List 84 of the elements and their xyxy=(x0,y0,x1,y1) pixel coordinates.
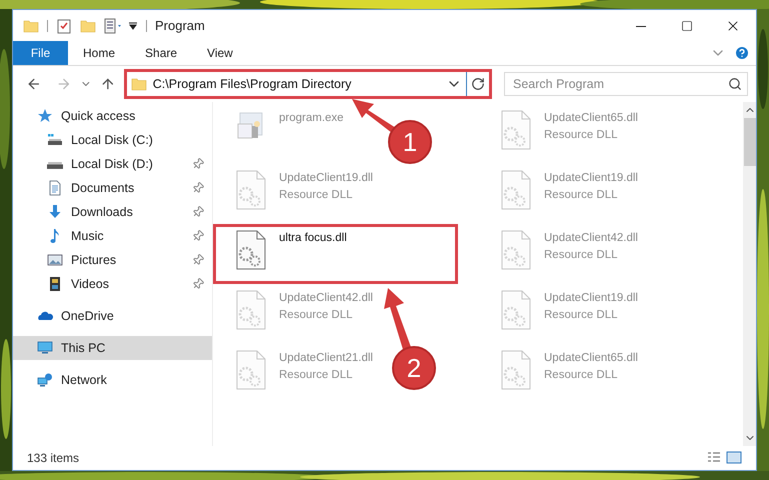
picture-icon xyxy=(47,252,63,268)
file-name: UpdateClient19.dll xyxy=(544,171,638,186)
network-icon xyxy=(37,372,53,388)
window-title: Program xyxy=(155,17,205,36)
nav-label: Local Disk (D:) xyxy=(71,156,154,173)
pointer-arrow xyxy=(352,99,396,133)
monitor-icon xyxy=(37,340,53,356)
checklist-icon[interactable] xyxy=(56,18,72,34)
nav-label: Local Disk (C:) xyxy=(71,132,154,149)
file-name: UpdateClient19.dll xyxy=(544,291,638,306)
film-icon xyxy=(47,276,63,292)
gear-file-icon xyxy=(235,230,267,270)
nav-label: Network xyxy=(61,372,108,389)
nav-item[interactable]: Downloads xyxy=(13,200,212,224)
gear-file-icon xyxy=(500,110,532,150)
scroll-thumb[interactable] xyxy=(744,118,756,166)
download-icon xyxy=(47,204,63,220)
gear-file-icon xyxy=(500,170,532,210)
gear-file-icon xyxy=(235,290,267,330)
file-type: Resource DLL xyxy=(279,308,354,324)
nav-item[interactable]: Videos xyxy=(13,272,212,296)
scrollbar[interactable] xyxy=(743,102,756,446)
help-icon[interactable] xyxy=(734,45,750,61)
address-path: C:\Program Files\Program Directory xyxy=(152,76,352,93)
file-name: ultra focus.dll xyxy=(279,231,347,246)
nav-item[interactable]: Documents xyxy=(13,176,212,200)
nav-item[interactable]: Local Disk (C:) xyxy=(13,128,212,152)
file-tab[interactable]: File xyxy=(13,41,68,65)
nav-item[interactable]: Pictures xyxy=(13,248,212,272)
ribbon-tab[interactable]: Home xyxy=(68,41,130,65)
file-name: UpdateClient19.dll xyxy=(279,171,373,186)
file-name: UpdateClient42.dll xyxy=(544,231,638,246)
ribbon-tab[interactable]: View xyxy=(192,41,248,65)
nav-label: This PC xyxy=(61,340,106,357)
dropdown-icon[interactable] xyxy=(128,21,138,31)
nav-label: Documents xyxy=(71,180,136,197)
search-field[interactable]: Search Program xyxy=(504,72,748,96)
nav-item[interactable]: This PC xyxy=(13,336,212,360)
nav-label: Music xyxy=(71,228,105,245)
nav-item[interactable]: Music xyxy=(13,224,212,248)
file-name: UpdateClient21.dll xyxy=(279,351,373,366)
drive-icon xyxy=(47,162,63,169)
refresh-icon[interactable] xyxy=(471,77,486,91)
properties-icon[interactable] xyxy=(104,18,124,34)
large-icons-view-icon[interactable] xyxy=(726,450,742,466)
star-icon xyxy=(37,108,53,124)
nav-item[interactable]: Network xyxy=(13,368,212,392)
ribbon-tab[interactable]: Share xyxy=(130,41,192,65)
file-type: Resource DLL xyxy=(544,128,619,144)
nav-label: Downloads xyxy=(71,204,134,221)
folder-icon xyxy=(130,76,147,92)
address-bar[interactable]: C:\Program Files\Program Directory xyxy=(124,69,492,99)
file-name: program.exe xyxy=(279,111,344,126)
file-type: Resource DLL xyxy=(544,308,619,324)
nav-label: OneDrive xyxy=(61,308,115,325)
nav-item[interactable]: Quick access xyxy=(13,104,212,128)
gear-file-icon xyxy=(235,170,267,210)
nav-label: Quick access xyxy=(61,108,136,125)
up-button[interactable] xyxy=(100,76,116,92)
file-name: UpdateClient42.dll xyxy=(279,291,373,306)
file-type: Resource DLL xyxy=(279,368,354,384)
file-type: Resource DLL xyxy=(544,248,619,264)
file-type: Resource DLL xyxy=(544,368,619,384)
folder-icon xyxy=(23,18,39,34)
file-name: UpdateClient65.dll xyxy=(544,111,638,126)
nav-item[interactable]: OneDrive xyxy=(13,304,212,328)
gear-file-icon xyxy=(235,350,267,390)
gear-file-icon xyxy=(500,350,532,390)
nav-item[interactable]: Local Disk (D:) xyxy=(13,152,212,176)
item-count: 133 items xyxy=(27,450,80,467)
file-item[interactable]: ultra focus.dll xyxy=(235,230,347,270)
nav-label: Videos xyxy=(71,276,110,293)
gear-file-icon xyxy=(500,290,532,330)
gear-file-icon xyxy=(500,230,532,270)
search-icon[interactable] xyxy=(728,77,742,91)
drive-icon xyxy=(47,132,63,148)
nav-label: Pictures xyxy=(71,252,118,269)
folder-icon xyxy=(80,18,96,34)
file-type: Resource DLL xyxy=(544,188,619,204)
file-name: UpdateClient65.dll xyxy=(544,351,638,366)
document-icon xyxy=(47,180,63,196)
back-button[interactable] xyxy=(26,76,42,92)
maximize-icon xyxy=(681,20,693,32)
file-type: Resource DLL xyxy=(279,188,354,204)
